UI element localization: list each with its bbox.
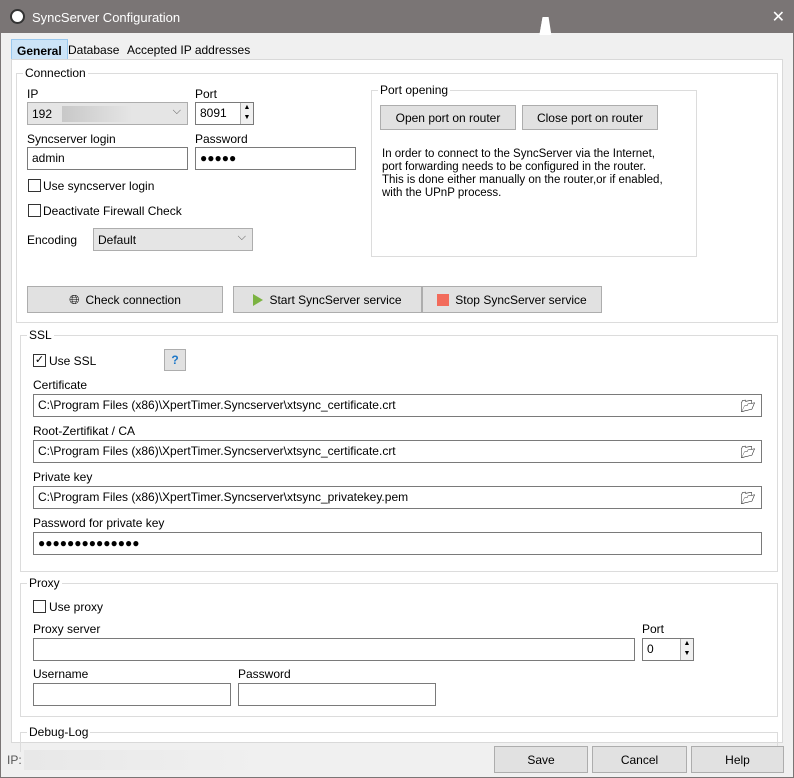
ssl-title: SSL: [27, 328, 54, 342]
proxy-port-stepper[interactable]: 0 ▲ ▼: [642, 638, 694, 661]
use-proxy-checkbox[interactable]: [33, 600, 46, 613]
deactivate-firewall-label: Deactivate Firewall Check: [43, 204, 182, 218]
play-icon: [253, 293, 264, 306]
save-button[interactable]: Save: [494, 746, 588, 773]
port-label: Port: [195, 87, 218, 101]
proxy-port-value: 0: [647, 642, 654, 656]
check-connection-button[interactable]: 🌐︎ Check connection: [27, 286, 223, 313]
open-port-button[interactable]: Open port on router: [380, 105, 516, 130]
key-password-input[interactable]: ●●●●●●●●●●●●●●: [33, 532, 762, 555]
spin-arrows-icon[interactable]: ▲ ▼: [240, 103, 253, 124]
proxy-server-input[interactable]: [33, 638, 635, 661]
login-input[interactable]: admin: [27, 147, 188, 170]
certificate-label: Certificate: [33, 378, 88, 392]
cancel-button[interactable]: Cancel: [592, 746, 687, 773]
info-line: This is done either manually on the rout…: [382, 174, 663, 186]
help-question-icon[interactable]: ?: [164, 349, 186, 371]
folder-icon[interactable]: 📂︎: [741, 399, 756, 413]
stop-service-button[interactable]: Stop SyncServer service: [422, 286, 602, 313]
certificate-input[interactable]: C:\Program Files (x86)\XpertTimer.Syncse…: [33, 394, 762, 417]
use-ssl-checkbox[interactable]: ✓: [33, 354, 46, 367]
private-key-input[interactable]: C:\Program Files (x86)\XpertTimer.Syncse…: [33, 486, 762, 509]
use-login-checkbox[interactable]: [28, 179, 41, 192]
port-stepper[interactable]: 8091 ▲ ▼: [195, 102, 254, 125]
deactivate-firewall-checkbox[interactable]: [28, 204, 41, 217]
proxy-password-label: Password: [238, 667, 291, 681]
certificate-value: C:\Program Files (x86)\XpertTimer.Syncse…: [38, 398, 396, 412]
tab-database[interactable]: Database: [63, 39, 124, 60]
stop-icon: [437, 293, 450, 306]
use-login-label: Use syncserver login: [43, 179, 155, 193]
login-label: Syncserver login: [27, 132, 116, 146]
stop-service-label: Stop SyncServer service: [455, 292, 587, 307]
dialog-window: SyncServer Configuration ✕ General Datab…: [0, 0, 794, 778]
encoding-value: Default: [98, 233, 137, 247]
proxy-title: Proxy: [27, 576, 62, 590]
root-ca-label: Root-Zertifikat / CA: [33, 424, 136, 438]
ip-select[interactable]: 192 ⌵: [27, 102, 188, 125]
proxy-password-input[interactable]: [238, 683, 436, 706]
info-line: with the UPnP process.: [382, 187, 502, 199]
proxy-username-label: Username: [33, 667, 89, 681]
general-panel: Connection IP 192 ⌵ Port 8091 ▲ ▼ Syncser…: [11, 59, 783, 752]
port-info-text: In order to connect to the SyncServer vi…: [382, 148, 663, 200]
private-key-value: C:\Program Files (x86)\XpertTimer.Syncse…: [38, 490, 409, 504]
ip-value: 192: [32, 107, 53, 121]
proxy-server-label: Proxy server: [33, 622, 101, 636]
close-icon[interactable]: ✕: [772, 7, 785, 27]
window-title: SyncServer Configuration: [32, 10, 181, 25]
proxy-username-input[interactable]: [33, 683, 231, 706]
chevron-down-icon: ⌵: [237, 231, 246, 243]
chevron-down-icon: ⌵: [172, 105, 181, 117]
ip-label: IP: [27, 87, 39, 101]
ip-footer-redaction: [24, 750, 264, 770]
ip-redaction: [62, 106, 132, 122]
close-port-button[interactable]: Close port on router: [522, 105, 658, 130]
info-line: port forwarding needs to be configured i…: [382, 161, 647, 173]
key-password-label: Password for private key: [33, 516, 165, 530]
debug-log-title: Debug-Log: [27, 725, 91, 739]
tab-general[interactable]: General: [11, 39, 68, 60]
tab-accepted-ip[interactable]: Accepted IP addresses: [122, 39, 255, 60]
clock-icon: [10, 9, 25, 24]
title-bar: SyncServer Configuration ✕: [1, 1, 794, 33]
ip-footer-label: IP:: [7, 753, 22, 767]
info-line: In order to connect to the SyncServer vi…: [382, 148, 655, 160]
start-service-label: Start SyncServer service: [269, 292, 402, 307]
private-key-label: Private key: [33, 470, 93, 484]
proxy-port-label: Port: [642, 622, 665, 636]
port-value: 8091: [200, 106, 227, 120]
root-ca-value: C:\Program Files (x86)\XpertTimer.Syncse…: [38, 444, 396, 458]
encoding-select[interactable]: Default ⌵: [93, 228, 253, 251]
port-opening-title: Port opening: [378, 83, 451, 97]
folder-icon[interactable]: 📂︎: [741, 445, 756, 459]
encoding-label: Encoding: [27, 233, 78, 247]
use-proxy-label: Use proxy: [49, 600, 104, 614]
check-connection-label: Check connection: [85, 292, 181, 307]
spin-arrows-icon[interactable]: ▲ ▼: [680, 639, 693, 660]
root-ca-input[interactable]: C:\Program Files (x86)\XpertTimer.Syncse…: [33, 440, 762, 463]
folder-icon[interactable]: 📂︎: [741, 491, 756, 505]
connection-title: Connection: [23, 66, 88, 80]
password-input[interactable]: ●●●●●: [195, 147, 356, 170]
globe-icon: 🌐︎: [69, 291, 80, 307]
password-label: Password: [195, 132, 248, 146]
use-ssl-label: Use SSL: [49, 354, 97, 368]
start-service-button[interactable]: Start SyncServer service: [233, 286, 422, 313]
help-button[interactable]: Help: [691, 746, 784, 773]
